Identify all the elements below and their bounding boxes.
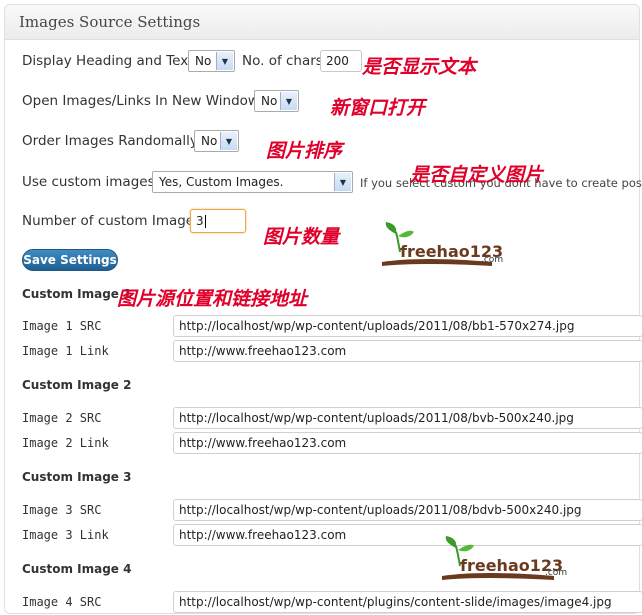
custom-image-2-title: Custom Image 2 [22, 378, 132, 392]
count-label: Number of custom Images [22, 213, 202, 229]
random-select-value: No [201, 134, 218, 148]
chevron-down-icon: ▼ [220, 132, 237, 150]
random-select[interactable]: No ▼ [194, 130, 239, 152]
chevron-down-icon: ▼ [280, 92, 297, 110]
image-2-src-label: Image 2 SRC [22, 411, 102, 425]
chevron-down-icon: ▼ [334, 173, 351, 191]
custom-select[interactable]: Yes, Custom Images. ▼ [152, 171, 353, 193]
heading-select[interactable]: No ▼ [188, 50, 235, 72]
new-window-label: Open Images/Links In New Window? [22, 93, 267, 109]
annotation-new-window: 新窗口打开 [330, 97, 426, 119]
freehao123-logo: freehao123 .com [442, 536, 570, 584]
image-2-src-input[interactable]: http://localhost/wp/wp-content/uploads/2… [173, 407, 642, 429]
custom-image-1-title: Custom Image 1 [22, 287, 132, 301]
panel-title: Images Source Settings [19, 13, 201, 31]
image-4-src-label: Image 4 SRC [22, 595, 102, 609]
chars-label: No. of chars: [242, 53, 328, 69]
image-1-src-label: Image 1 SRC [22, 319, 102, 333]
chevron-down-icon: ▼ [216, 52, 233, 70]
image-2-link-input[interactable]: http://www.freehao123.com [173, 432, 642, 454]
custom-image-4-title: Custom Image 4 [22, 562, 132, 576]
image-3-link-label: Image 3 Link [22, 528, 109, 542]
custom-label: Use custom images? [22, 174, 162, 190]
image-4-src-input[interactable]: http://localhost/wp/wp-content/plugins/c… [173, 591, 642, 613]
annotation-sort: 图片排序 [266, 140, 343, 162]
image-1-link-input[interactable]: http://www.freehao123.com [173, 340, 642, 362]
image-2-link-label: Image 2 Link [22, 436, 109, 450]
image-3-src-input[interactable]: http://localhost/wp/wp-content/uploads/2… [173, 499, 642, 521]
count-input[interactable]: 3 [190, 209, 246, 233]
image-3-src-label: Image 3 SRC [22, 503, 102, 517]
count-input-value: 3 [196, 214, 204, 228]
new-window-select-value: No [261, 94, 278, 108]
random-label: Order Images Randomally? [22, 133, 206, 149]
image-1-src-input[interactable]: http://localhost/wp/wp-content/uploads/2… [173, 315, 642, 337]
annotation-show-text: 是否显示文本 [362, 56, 477, 78]
save-settings-button[interactable]: Save Settings [22, 249, 118, 271]
logo-suffix: .com [481, 255, 504, 265]
image-3-link-input[interactable]: http://www.freehao123.com [173, 524, 642, 546]
chars-input[interactable]: 200 [320, 50, 362, 72]
text-cursor [204, 214, 206, 228]
annotation-count: 图片数量 [263, 226, 340, 248]
freehao123-logo: freehao123 .com [382, 222, 507, 270]
image-1-link-label: Image 1 Link [22, 344, 109, 358]
heading-label: Display Heading and Text? [22, 53, 201, 69]
custom-image-3-title: Custom Image 3 [22, 470, 132, 484]
new-window-select[interactable]: No ▼ [254, 90, 299, 112]
annotation-custom: 是否自定义图片 [410, 164, 544, 186]
heading-select-value: No [195, 54, 212, 68]
logo-suffix: .com [545, 568, 568, 578]
custom-select-value: Yes, Custom Images. [159, 175, 284, 189]
annotation-source: 图片源位置和链接地址 [117, 288, 308, 310]
